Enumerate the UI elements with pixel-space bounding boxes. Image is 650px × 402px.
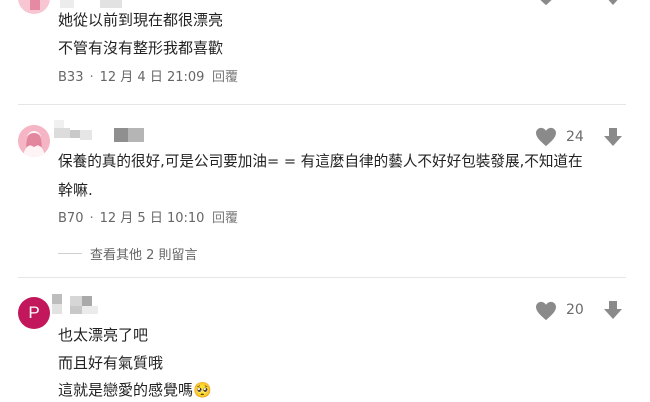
meta-separator: · [89, 70, 94, 85]
avatar[interactable]: P [18, 297, 50, 329]
heart-icon[interactable] [535, 301, 557, 321]
comment-text-line: 也太漂亮了吧 [58, 326, 149, 344]
view-more-replies[interactable]: 查看其他 2 則留言 [90, 244, 198, 263]
comment-text-line: 保養的真的很好,可是公司要加油= = 有這麼自律的藝人不好好包裝發展,不知道在 [58, 153, 583, 170]
username-blur [52, 294, 112, 318]
timestamp: 12 月 5 日 10:10 [99, 211, 205, 226]
divider [18, 277, 626, 278]
username-blur [54, 120, 154, 144]
comment-meta: B33 · 12 月 4 日 21:09 [58, 69, 204, 87]
comment-meta: B70 · 12 月 5 日 10:10 [58, 210, 204, 228]
reply-button[interactable]: 回覆 [212, 69, 238, 87]
comment-text-line: 幹嘛. [58, 181, 93, 199]
reply-button[interactable]: 回覆 [212, 210, 238, 228]
avatar-letter: P [28, 303, 40, 322]
avatar[interactable] [18, 125, 50, 157]
heart-icon[interactable] [535, 0, 557, 6]
down-arrow-icon[interactable] [603, 0, 623, 6]
timestamp: 12 月 4 日 21:09 [99, 70, 205, 85]
comment-text-line: 而且好有氣質哦 [58, 354, 164, 372]
comment-text-line: 不管有沒有整形我都喜歡 [58, 39, 224, 57]
divider [18, 104, 626, 105]
floor-number: B33 [58, 70, 84, 85]
down-arrow-icon[interactable] [603, 127, 623, 147]
comment-text-line: 這就是戀愛的感覺嗎🥺 [58, 381, 212, 399]
comment-text-line: 她從以前到現在都很漂亮 [58, 11, 224, 29]
floor-number: B70 [58, 211, 84, 226]
view-more-line [58, 253, 82, 254]
heart-icon[interactable] [535, 127, 557, 147]
like-count: 20 [566, 302, 584, 318]
avatar[interactable] [18, 0, 50, 14]
down-arrow-icon[interactable] [603, 300, 623, 320]
meta-separator: · [89, 211, 94, 226]
username-blur [60, 0, 130, 8]
avatar-silhouette-icon [23, 131, 45, 157]
like-count: 24 [566, 129, 584, 145]
